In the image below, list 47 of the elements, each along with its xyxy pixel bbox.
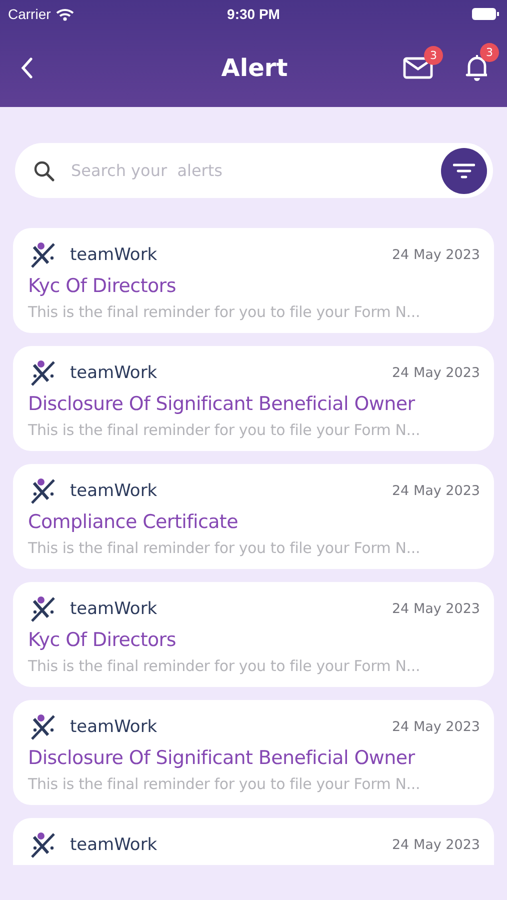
search-icon	[33, 160, 55, 182]
alert-card[interactable]: teamWork 24 May 2023 Kyc Of Directors This is the final reminder for you to file your Form N...	[13, 228, 494, 333]
alert-card[interactable]: teamWork 24 May 2023	[13, 818, 494, 865]
alert-source: teamWork	[70, 481, 158, 501]
alert-date: 24 May 2023	[392, 247, 480, 263]
page-title: Alert	[221, 54, 288, 82]
alert-message: This is the final reminder for you to file your Form N...	[28, 421, 422, 439]
logo-icon	[28, 241, 58, 269]
search-field[interactable]: Search your alerts	[69, 160, 427, 181]
alert-title: Disclosure Of Significant Beneficial Owner	[28, 747, 416, 769]
filter-icon	[453, 162, 475, 178]
status-time: 9:30 PM	[227, 6, 280, 22]
alert-card[interactable]: teamWork 24 May 2023 Compliance Certificate This is the final reminder for you to file your Form N...	[13, 464, 494, 569]
alert-message: This is the final reminder for you to file your Form N...	[28, 303, 422, 321]
alert-card[interactable]: teamWork 24 May 2023 Kyc Of Directors This is the final reminder for you to file your Form N...	[13, 582, 494, 687]
logo-icon	[28, 595, 58, 623]
alert-source: teamWork	[70, 717, 158, 737]
alert-date: 24 May 2023	[392, 483, 480, 499]
logo-icon	[28, 831, 58, 859]
alert-date: 24 May 2023	[392, 601, 480, 617]
alert-title: Compliance Certificate	[28, 511, 239, 533]
alert-message: This is the final reminder for you to file your Form N...	[28, 657, 422, 675]
alert-source: teamWork	[70, 245, 158, 265]
wifi-icon	[56, 8, 74, 20]
carrier-label: Carrier	[8, 6, 51, 22]
alert-source: teamWork	[70, 835, 158, 855]
alert-message: This is the final reminder for you to file your Form N...	[28, 539, 422, 557]
logo-icon	[28, 359, 58, 387]
alert-date: 24 May 2023	[392, 837, 480, 853]
alert-title: Kyc Of Directors	[28, 629, 177, 651]
notification-badge: 3	[480, 42, 499, 62]
search-bar[interactable]: Search your alerts	[15, 143, 493, 198]
alert-card[interactable]: teamWork 24 May 2023 Disclosure Of Significant Beneficial Owner This is the final reminder for you to file your Form N...	[13, 346, 494, 451]
logo-icon	[28, 713, 58, 741]
alert-title: Disclosure Of Significant Beneficial Owner	[28, 393, 416, 415]
alert-message: This is the final reminder for you to file your Form N...	[28, 775, 422, 793]
filter-button[interactable]	[441, 148, 487, 194]
battery-icon	[472, 8, 499, 20]
alert-date: 24 May 2023	[392, 719, 480, 735]
alert-date: 24 May 2023	[392, 365, 480, 381]
alert-source: teamWork	[70, 363, 158, 383]
back-button[interactable]	[20, 56, 34, 78]
alert-source: teamWork	[70, 599, 158, 619]
mail-badge: 3	[424, 46, 443, 64]
alert-title: Kyc Of Directors	[28, 275, 177, 297]
alert-card[interactable]: teamWork 24 May 2023 Disclosure Of Significant Beneficial Owner This is the final reminder for you to file your Form N...	[13, 700, 494, 805]
logo-icon	[28, 477, 58, 505]
